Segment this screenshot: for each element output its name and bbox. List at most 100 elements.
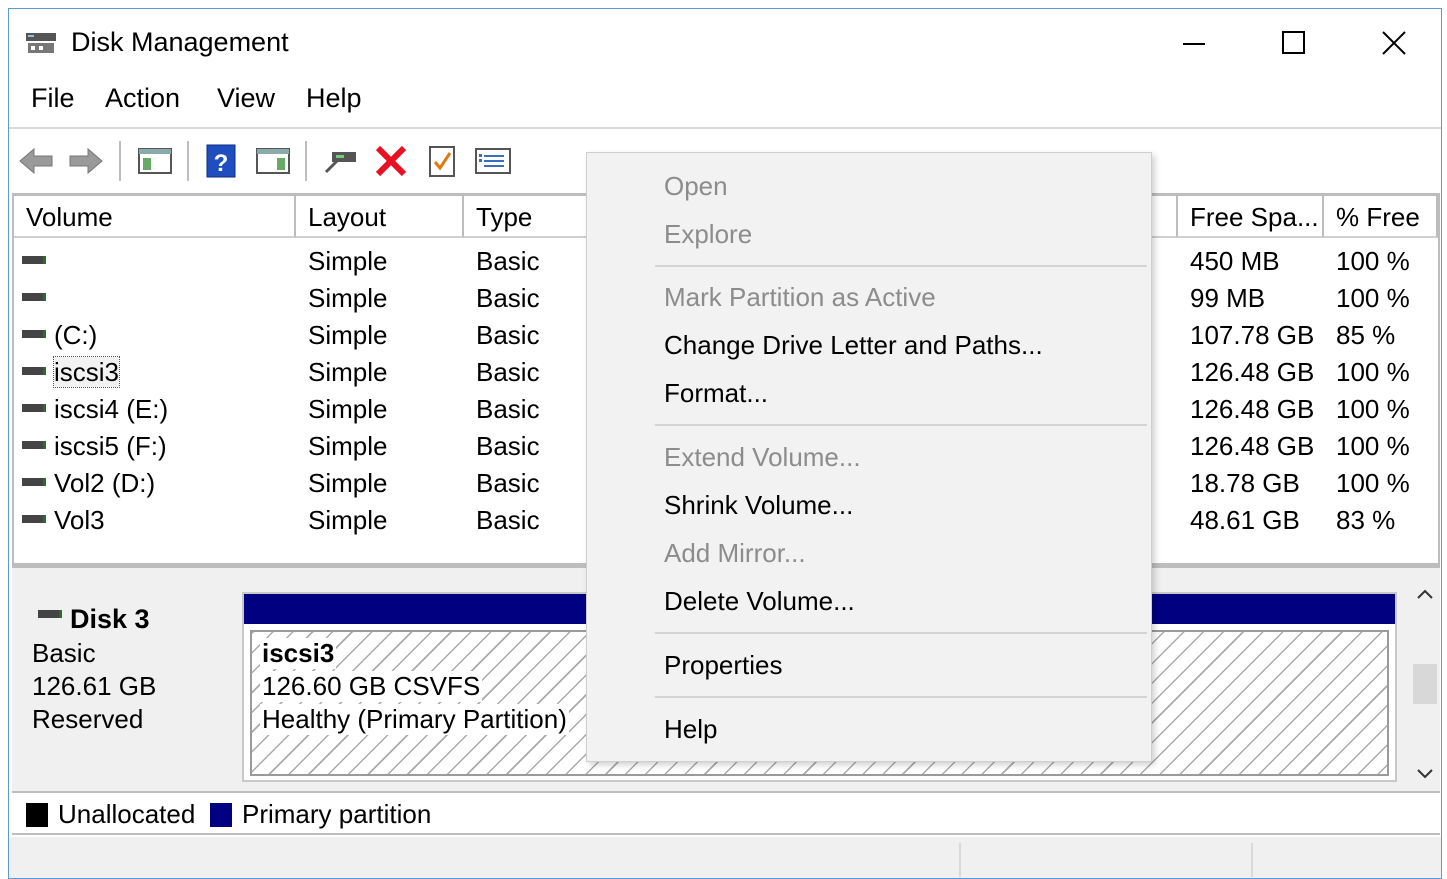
- layout-cell: Simple: [308, 357, 388, 387]
- scroll-up-icon[interactable]: [1410, 582, 1440, 606]
- type-cell: Basic: [476, 431, 540, 461]
- connect-disk-icon[interactable]: [321, 143, 361, 179]
- scroll-down-icon[interactable]: [1410, 762, 1440, 786]
- type-cell: Basic: [476, 357, 540, 387]
- toolbar-separator: [305, 141, 307, 181]
- status-bar: [9, 837, 1441, 878]
- column-header-layout[interactable]: Layout: [296, 196, 464, 238]
- type-cell: Basic: [476, 320, 540, 350]
- legend-unallocated: Unallocated: [58, 799, 196, 829]
- volume-cell: Vol2 (D:): [22, 468, 155, 499]
- disk-kind: Basic: [32, 638, 96, 668]
- close-button[interactable]: [1364, 19, 1424, 67]
- menu-item-change-drive-letter[interactable]: Change Drive Letter and Paths...: [664, 330, 1043, 361]
- minimize-button[interactable]: [1164, 19, 1224, 67]
- unallocated-swatch: [26, 803, 48, 827]
- drive-icon: [22, 330, 46, 339]
- menu-separator: [655, 265, 1147, 267]
- menu-action[interactable]: Action: [105, 83, 180, 114]
- volume-cell: Vol3: [22, 505, 105, 536]
- drive-icon: [22, 293, 46, 302]
- menu-file[interactable]: File: [31, 83, 75, 114]
- title-bar: Disk Management: [9, 9, 1441, 75]
- help-icon[interactable]: ?: [203, 143, 239, 179]
- volume-cell: iscsi5 (F:): [22, 431, 167, 462]
- maximize-button[interactable]: [1264, 19, 1324, 67]
- menu-item-open: Open: [664, 171, 728, 201]
- column-header-volume[interactable]: Volume: [14, 196, 296, 238]
- drive-icon: [22, 515, 46, 524]
- volume-cell: [22, 283, 54, 314]
- disk-name: Disk 3: [70, 604, 150, 634]
- drive-icon: [22, 441, 46, 450]
- menu-item-help[interactable]: Help: [664, 714, 717, 745]
- scrollbar-thumb[interactable]: [1413, 664, 1437, 704]
- percent-free-cell: 100 %: [1336, 246, 1410, 276]
- menu-item-mark-active: Mark Partition as Active: [664, 282, 936, 312]
- column-header-type[interactable]: Type: [464, 196, 598, 238]
- drive-icon: [22, 478, 46, 487]
- layout-cell: Simple: [308, 431, 388, 461]
- percent-free-cell: 100 %: [1336, 468, 1410, 498]
- volume-name: iscsi3: [260, 638, 337, 669]
- type-cell: Basic: [476, 246, 540, 276]
- disk-management-app-icon: [25, 31, 57, 57]
- menu-item-properties[interactable]: Properties: [664, 650, 783, 681]
- percent-free-cell: 85 %: [1336, 320, 1396, 350]
- minimize-icon: [1183, 43, 1205, 45]
- menu-item-shrink-volume[interactable]: Shrink Volume...: [664, 490, 853, 521]
- legend-bar: Unallocated Primary partition: [12, 791, 1440, 835]
- close-icon: [1382, 31, 1406, 55]
- menu-separator: [655, 632, 1147, 634]
- delete-x-icon[interactable]: [373, 143, 409, 179]
- percent-free-cell: 100 %: [1336, 283, 1410, 313]
- disk-size: 126.61 GB: [32, 671, 157, 701]
- free-space-cell: 450 MB: [1190, 246, 1280, 276]
- status-separator: [959, 843, 961, 877]
- show-hide-console-tree-icon[interactable]: [135, 143, 175, 179]
- window-title: Disk Management: [71, 27, 289, 57]
- volume-cell: [22, 246, 54, 277]
- settings-list-icon[interactable]: [473, 143, 513, 179]
- column-header-free-space[interactable]: Free Spa...: [1178, 196, 1324, 238]
- menu-view[interactable]: View: [217, 83, 275, 114]
- menu-separator: [655, 424, 1147, 426]
- column-header-percent-free[interactable]: % Free: [1324, 196, 1438, 238]
- type-cell: Basic: [476, 468, 540, 498]
- menu-item-delete-volume[interactable]: Delete Volume...: [664, 586, 855, 617]
- show-hide-action-pane-icon[interactable]: [253, 143, 293, 179]
- layout-cell: Simple: [308, 505, 388, 535]
- type-cell: Basic: [476, 505, 540, 535]
- properties-check-icon[interactable]: [425, 143, 459, 179]
- maximize-icon: [1282, 31, 1305, 54]
- menu-separator: [655, 696, 1147, 698]
- percent-free-cell: 100 %: [1336, 431, 1410, 461]
- toolbar-separator: [119, 141, 121, 181]
- volume-cell: (C:): [22, 320, 97, 351]
- type-cell: Basic: [476, 394, 540, 424]
- menu-bar: File Action View Help: [9, 81, 1441, 121]
- volume-status: Healthy (Primary Partition): [260, 704, 569, 735]
- drive-icon: [22, 367, 46, 376]
- drive-icon: [22, 404, 46, 413]
- disk-icon: [38, 610, 62, 618]
- status-separator: [1251, 843, 1253, 877]
- free-space-cell: 18.78 GB: [1190, 468, 1300, 498]
- legend-primary-partition: Primary partition: [242, 799, 432, 829]
- disk-info-panel[interactable]: Disk 3 Basic 126.61 GB Reserved: [12, 576, 238, 790]
- disk-state: Reserved: [32, 704, 144, 734]
- forward-arrow-icon[interactable]: [67, 143, 105, 179]
- menu-help[interactable]: Help: [306, 83, 362, 114]
- free-space-cell: 107.78 GB: [1190, 320, 1315, 350]
- volume-size-fs: 126.60 GB CSVFS: [260, 671, 483, 702]
- vertical-scrollbar[interactable]: [1410, 576, 1440, 790]
- back-arrow-icon[interactable]: [17, 143, 55, 179]
- free-space-cell: 48.61 GB: [1190, 505, 1300, 535]
- menu-item-format[interactable]: Format...: [664, 378, 768, 409]
- primary-partition-swatch: [210, 803, 232, 827]
- menu-item-add-mirror: Add Mirror...: [664, 538, 806, 568]
- layout-cell: Simple: [308, 246, 388, 276]
- menu-item-explore: Explore: [664, 219, 753, 249]
- volume-cell: iscsi3: [22, 356, 121, 388]
- percent-free-cell: 100 %: [1336, 394, 1410, 424]
